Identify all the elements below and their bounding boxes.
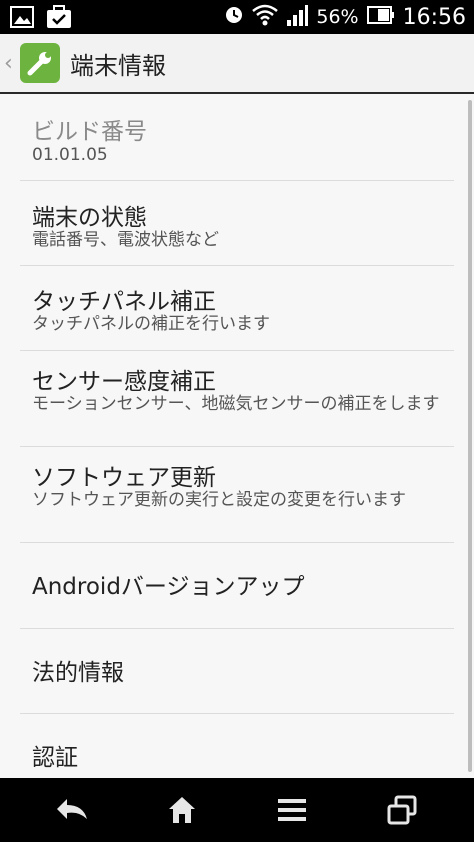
list-item-legal-info[interactable]: 法的情報 xyxy=(20,630,454,714)
list-item-touch-panel-calibration[interactable]: タッチパネル補正 タッチパネルの補正を行います xyxy=(20,267,454,351)
list-item-build-number: ビルド番号 01.01.05 xyxy=(20,96,454,181)
wifi-icon xyxy=(252,4,279,30)
list-item-certification[interactable]: 認証 xyxy=(20,715,454,778)
item-summary: モーションセンサー、地磁気センサーの補正をします xyxy=(32,394,440,414)
item-summary: 電話番号、電波状態など xyxy=(32,230,219,250)
settings-list[interactable]: ビルド番号 01.01.05 端末の状態 電話番号、電波状態など タッチパネル補… xyxy=(0,96,474,778)
list-item-device-status[interactable]: 端末の状態 電話番号、電波状態など xyxy=(20,182,454,266)
battery-icon xyxy=(366,6,395,28)
item-title: 認証 xyxy=(32,745,78,771)
battery-percent: 56% xyxy=(316,6,359,28)
item-summary: ソフトウェア更新の実行と設定の変更を行います xyxy=(32,490,406,510)
menu-button[interactable] xyxy=(252,778,332,842)
home-button[interactable] xyxy=(142,778,222,842)
navigation-bar xyxy=(0,778,474,842)
item-title: 法的情報 xyxy=(32,660,124,686)
page-title: 端末情報 xyxy=(70,51,166,80)
up-caret-icon[interactable]: ‹ xyxy=(4,51,18,76)
alarm-icon xyxy=(224,5,244,29)
item-title: ビルド番号 xyxy=(32,119,147,145)
item-title: ソフトウェア更新 xyxy=(32,465,216,491)
clock: 16:56 xyxy=(402,4,466,30)
item-title: センサー感度補正 xyxy=(32,369,216,395)
list-item-software-update[interactable]: ソフトウェア更新 ソフトウェア更新の実行と設定の変更を行います xyxy=(20,448,454,543)
action-bar: ‹ 端末情報 xyxy=(0,34,474,94)
list-item-sensor-calibration[interactable]: センサー感度補正 モーションセンサー、地磁気センサーの補正をします xyxy=(20,352,454,447)
image-icon xyxy=(10,5,34,33)
back-button[interactable] xyxy=(32,778,112,842)
item-summary: タッチパネルの補正を行います xyxy=(32,314,270,334)
status-bar: 56% 16:56 xyxy=(0,0,474,34)
wrench-icon[interactable] xyxy=(20,43,60,83)
home-icon xyxy=(169,797,195,823)
recent-apps-icon xyxy=(387,795,417,825)
menu-icon xyxy=(278,799,306,821)
item-title: タッチパネル補正 xyxy=(32,289,216,315)
back-icon xyxy=(57,799,87,819)
item-title: Androidバージョンアップ xyxy=(32,574,305,600)
item-summary: 01.01.05 xyxy=(32,145,108,165)
signal-icon xyxy=(286,4,309,30)
list-item-android-version-up[interactable]: Androidバージョンアップ xyxy=(20,544,454,629)
scrollbar[interactable] xyxy=(468,100,472,772)
item-title: 端末の状態 xyxy=(32,205,147,231)
recent-apps-button[interactable] xyxy=(362,778,442,842)
briefcase-check-icon xyxy=(46,5,72,33)
